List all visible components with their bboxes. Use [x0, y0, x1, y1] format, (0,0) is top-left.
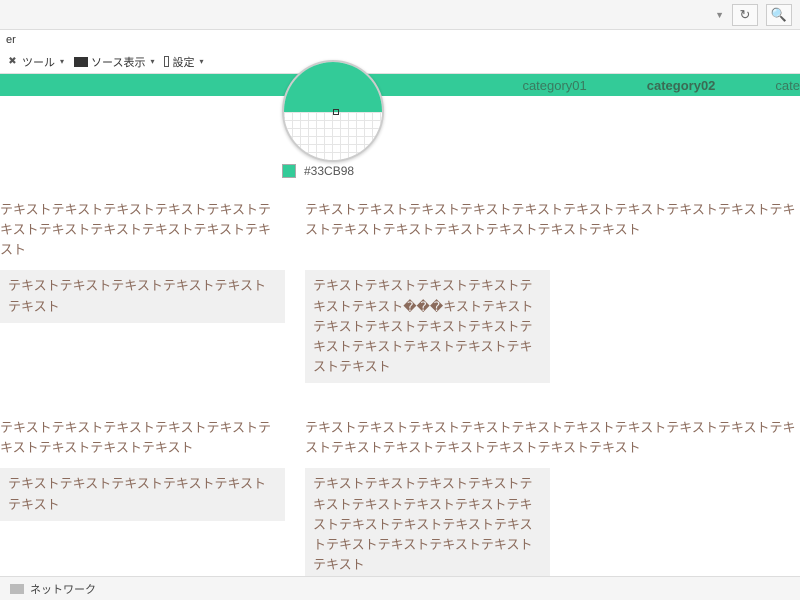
nav-tab-category02[interactable]: category02	[617, 78, 746, 93]
text-box: テキストテキストテキストテキストテキストテキスト	[0, 468, 285, 520]
text-cell: テキストテキストテキストテキストテキストテキストテキストテキストテキスト	[0, 418, 290, 458]
content-block: テキストテキストテキストテキストテキストテキストテキストテキストテキスト テキス…	[0, 418, 800, 581]
toolbar-sourceview[interactable]: ソース表示	[74, 54, 154, 70]
magnifier-grid	[284, 112, 382, 160]
network-tab[interactable]: ネットワーク	[30, 581, 96, 597]
text-box: テキストテキストテキストテキストテキストテキストテキストテキストテキストテキスト…	[305, 468, 550, 581]
toolbar-tools-label: ツール	[22, 54, 55, 70]
panel-title: er	[0, 30, 800, 50]
browser-chrome-top: ▼ ↻ 🔍	[0, 0, 800, 30]
color-hex-value: #33CB98	[304, 164, 354, 178]
category-nav: category01 category02 cate	[0, 74, 800, 96]
color-magnifier[interactable]	[282, 60, 384, 162]
network-icon	[10, 584, 24, 594]
devtools-toolbar: ✖ ツール ソース表示 設定	[0, 50, 800, 74]
tools-icon: ✖	[6, 55, 19, 68]
reload-button[interactable]: ↻	[732, 4, 758, 26]
sourceview-icon	[74, 57, 88, 67]
toolbar-settings[interactable]: 設定	[164, 54, 203, 70]
content-block: テキストテキストテキストテキストテキストテキストテキストテキストテキストテキスト…	[0, 200, 800, 383]
magnifier-sample-upper	[284, 62, 382, 112]
search-button[interactable]: 🔍	[766, 4, 792, 26]
nav-tab-category03[interactable]: cate	[745, 78, 800, 93]
text-cell: テキストテキストテキストテキストテキストテキストテキストテキストテキストテキスト…	[290, 418, 800, 458]
color-readout: #33CB98	[282, 164, 384, 178]
text-box: テキストテキストテキストテキストテキストテキスト���キストテキストテキストテキ…	[305, 270, 550, 383]
text-cell: テキストテキストテキストテキストテキストテキストテキストテキストテキストテキスト…	[290, 200, 800, 260]
page-content: テキストテキストテキストテキストテキストテキストテキストテキストテキストテキスト…	[0, 200, 800, 616]
toolbar-tools[interactable]: ✖ ツール	[6, 54, 64, 70]
color-swatch[interactable]	[282, 164, 296, 178]
settings-icon	[164, 56, 169, 67]
toolbar-sourceview-label: ソース表示	[91, 54, 145, 70]
devtools-bottom-bar: ネットワーク	[0, 576, 800, 600]
toolbar-settings-label: 設定	[172, 54, 194, 70]
url-dropdown-icon[interactable]: ▼	[715, 10, 724, 20]
text-cell: テキストテキストテキストテキストテキストテキストテキストテキストテキストテキスト…	[0, 200, 290, 260]
text-box: テキストテキストテキストテキストテキストテキスト	[0, 270, 285, 322]
search-icon: 🔍	[771, 7, 787, 23]
reload-icon: ↻	[740, 7, 751, 23]
nav-tab-category01[interactable]: category01	[492, 78, 616, 93]
magnifier-target-icon	[333, 109, 339, 115]
